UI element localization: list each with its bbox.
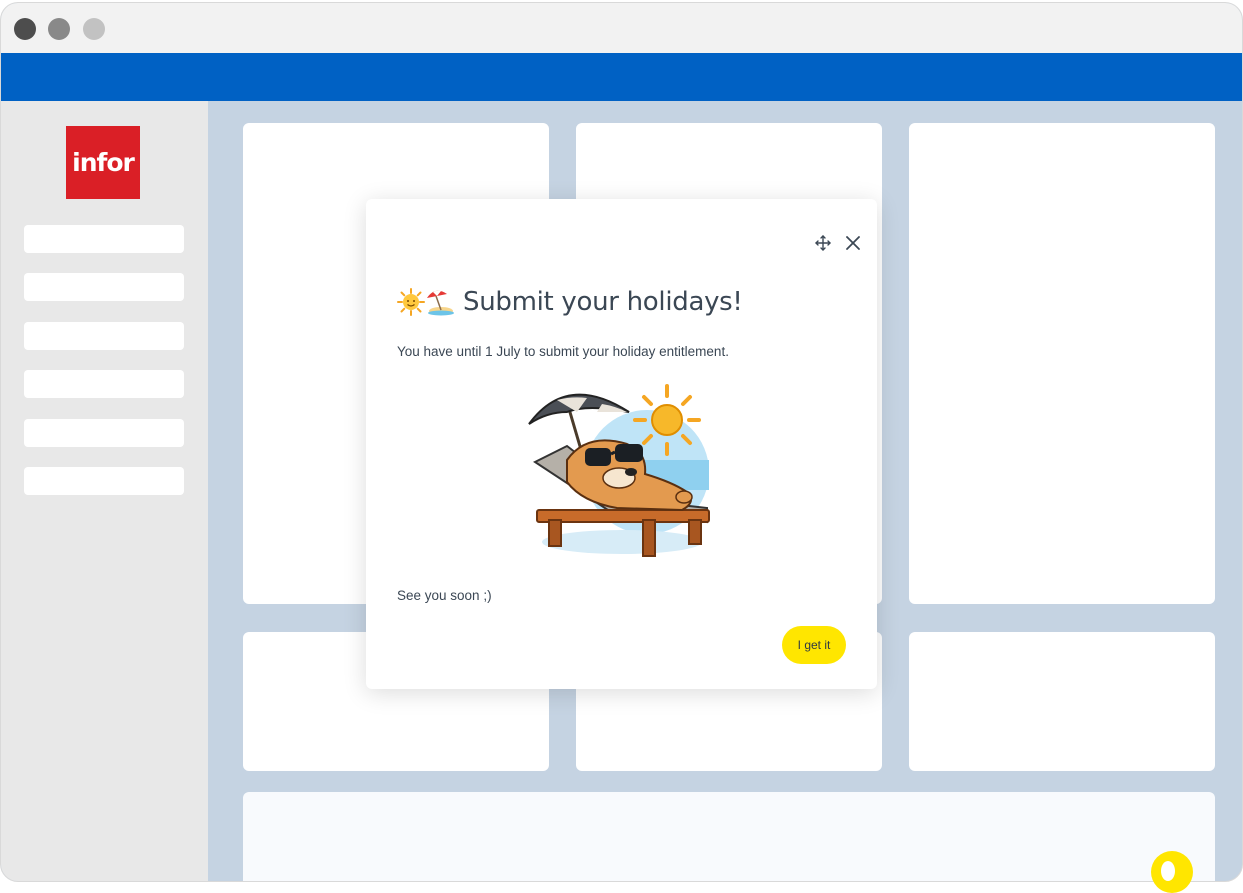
window-titlebar xyxy=(1,3,1242,53)
sidebar: infor xyxy=(1,101,208,881)
close-icon[interactable] xyxy=(843,233,863,253)
modal-title: Submit your holidays! xyxy=(463,287,743,317)
title-emojis xyxy=(397,288,455,316)
sidebar-item-4[interactable] xyxy=(24,370,184,398)
dashboard-card-3 xyxy=(909,123,1215,604)
window-close-dot[interactable] xyxy=(14,18,36,40)
modal-title-row: Submit your holidays! xyxy=(397,287,743,317)
dashboard-card-wide xyxy=(243,792,1215,881)
sidebar-item-6[interactable] xyxy=(24,467,184,495)
window-maximize-dot[interactable] xyxy=(83,18,105,40)
assistant-launcher-icon[interactable] xyxy=(1151,851,1193,893)
announcement-modal: Submit your holidays! You have until 1 J… xyxy=(366,199,877,689)
dashboard-card-6 xyxy=(909,632,1215,771)
sidebar-item-5[interactable] xyxy=(24,419,184,447)
infor-logo: infor xyxy=(66,126,140,199)
beach-umbrella-icon xyxy=(427,290,454,316)
relaxing-dog-illustration xyxy=(528,384,710,557)
move-icon[interactable] xyxy=(813,233,833,253)
window-minimize-dot[interactable] xyxy=(48,18,70,40)
sidebar-item-3[interactable] xyxy=(24,322,184,350)
modal-body-text: You have until 1 July to submit your hol… xyxy=(397,344,729,359)
modal-tools xyxy=(813,233,863,253)
launcher-inner-shape xyxy=(1161,861,1175,881)
modal-closing-text: See you soon ;) xyxy=(397,588,492,603)
sidebar-item-1[interactable] xyxy=(24,225,184,253)
i-get-it-button[interactable]: I get it xyxy=(782,626,846,664)
sun-with-face-icon xyxy=(397,288,425,316)
sidebar-item-2[interactable] xyxy=(24,273,184,301)
app-topbar xyxy=(1,53,1242,101)
